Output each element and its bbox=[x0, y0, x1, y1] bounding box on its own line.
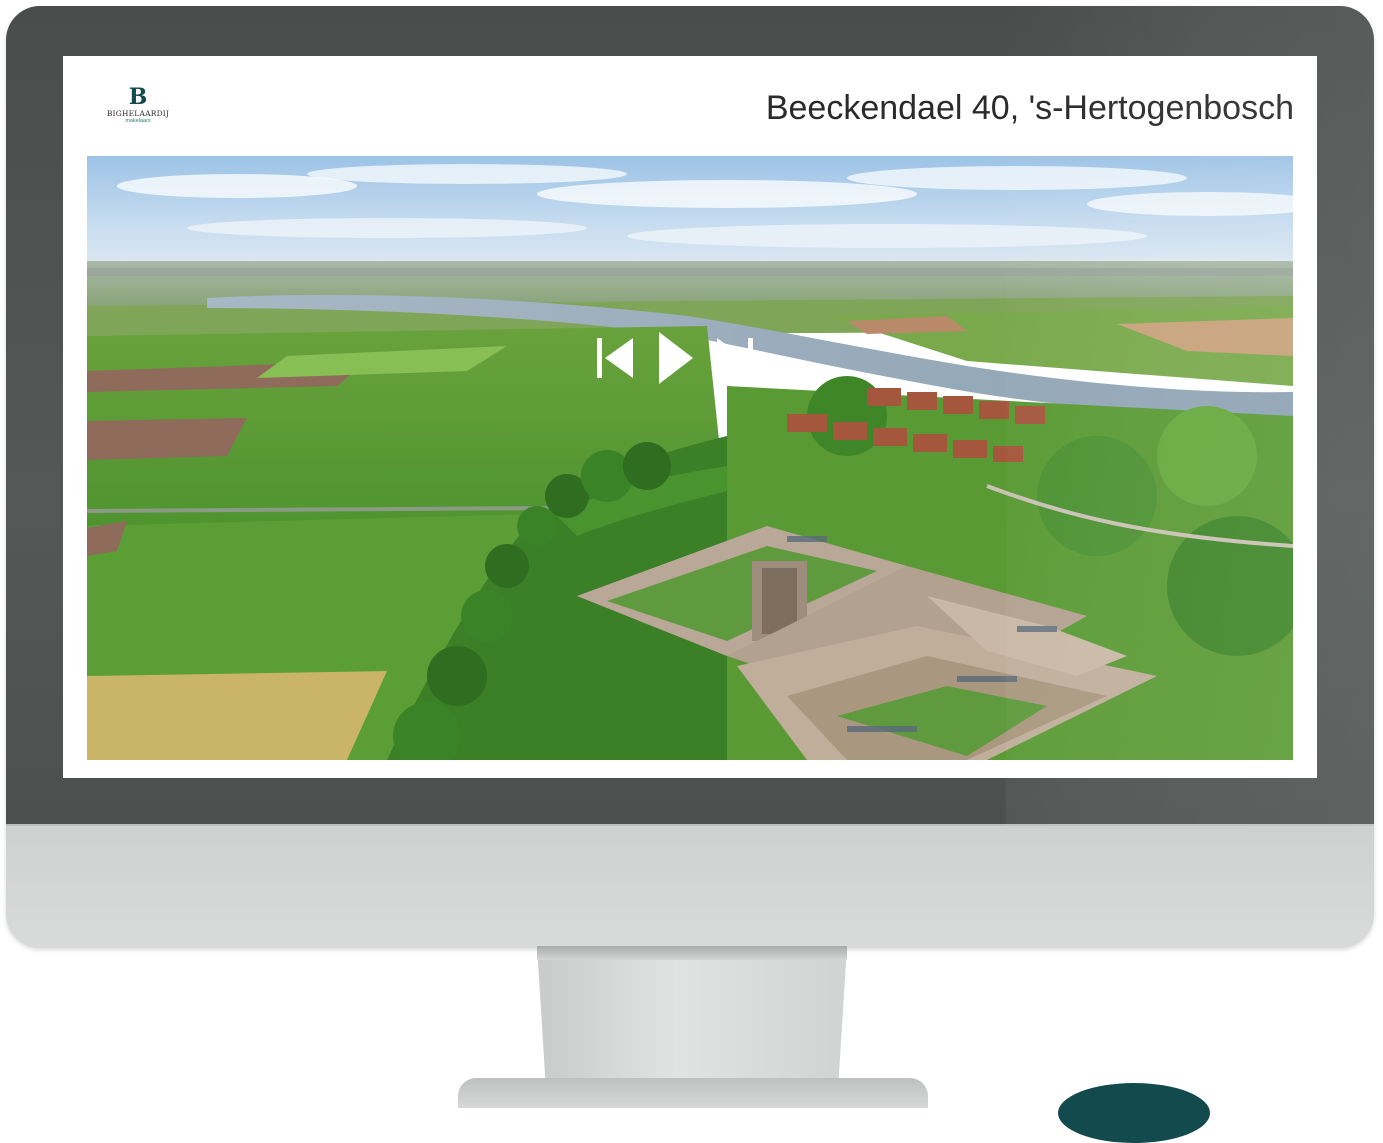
next-icon bbox=[717, 338, 753, 378]
slideshow-controls bbox=[590, 330, 760, 386]
play-icon bbox=[659, 332, 693, 384]
previous-button[interactable] bbox=[590, 330, 640, 386]
next-button[interactable] bbox=[710, 330, 760, 386]
aerial-photo-illustration bbox=[87, 156, 1293, 760]
page-title: Beeckendael 40, 's-Hertogenbosch bbox=[765, 89, 1294, 127]
play-button[interactable] bbox=[650, 330, 700, 386]
logo-mark: B bbox=[128, 84, 148, 110]
logo-name: BIGHELAARDIJ bbox=[106, 109, 170, 118]
previous-icon bbox=[597, 338, 633, 378]
monitor-stand-shadow bbox=[537, 946, 847, 960]
screen: B BIGHELAARDIJ makelaars Beeckendael 40,… bbox=[63, 56, 1317, 778]
monitor: B BIGHELAARDIJ makelaars Beeckendael 40,… bbox=[6, 6, 1374, 948]
monitor-stand-neck bbox=[537, 946, 847, 1095]
monitor-stand-base bbox=[458, 1078, 928, 1108]
monitor-chin bbox=[6, 826, 1374, 948]
logo-sub: makelaars bbox=[125, 118, 151, 124]
aerial-photo bbox=[87, 156, 1293, 760]
green-badge bbox=[1058, 1083, 1210, 1143]
brand-logo[interactable]: B BIGHELAARDIJ makelaars bbox=[98, 86, 178, 124]
